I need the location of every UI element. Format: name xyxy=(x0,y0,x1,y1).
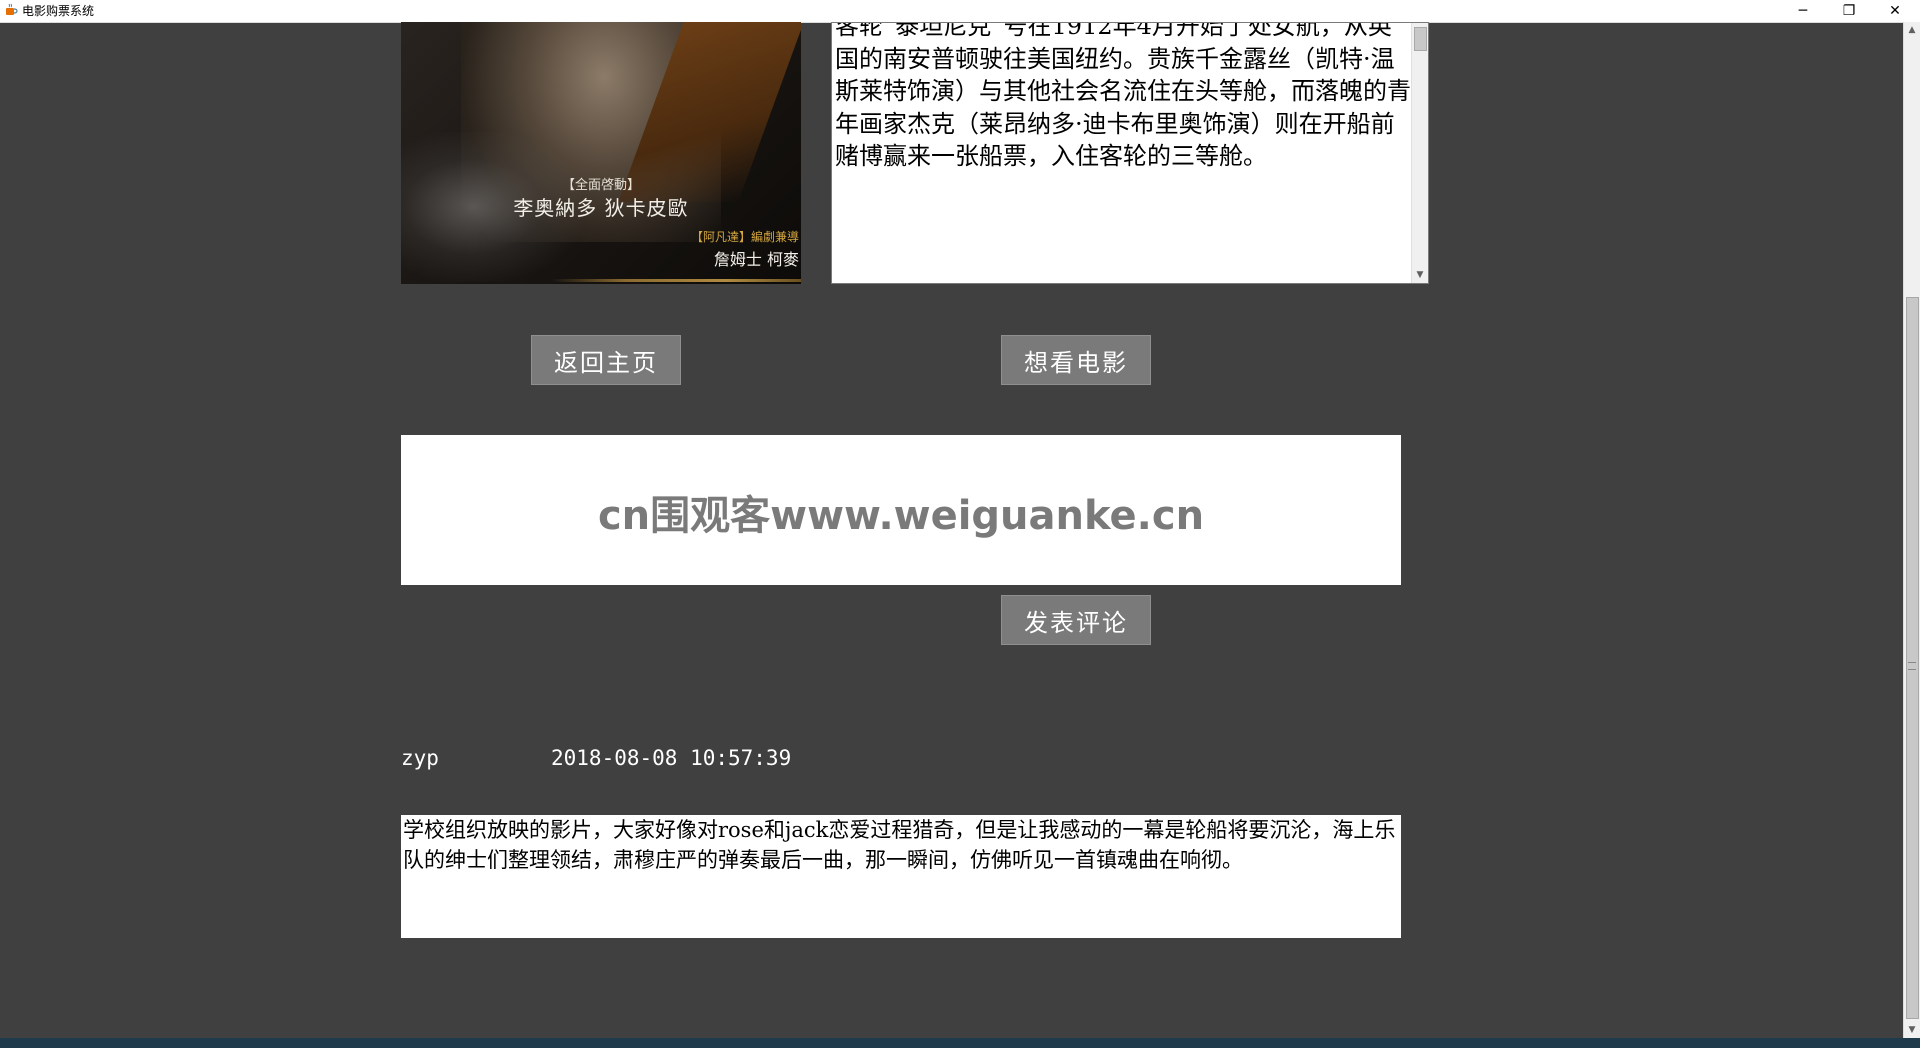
scroll-up-arrow-icon[interactable]: ▲ xyxy=(1904,22,1920,38)
window-scroll-thumb[interactable] xyxy=(1906,297,1919,1019)
watermark-text: cn围观客www.weiguanke.cn xyxy=(597,493,1205,539)
comment-body: 学校组织放映的影片，大家好像对rose和jack恋爱过程猎奇，但是让我感动的一幕… xyxy=(401,815,1401,938)
synopsis-textarea[interactable]: 客轮“泰坦尼克”号在1912年4月开始了处女航，从英国的南安普顿驶往美国纽约。贵… xyxy=(831,22,1429,284)
poster-credit-director-label: 【阿凡達】編劇兼導 xyxy=(690,230,799,244)
close-button[interactable]: ✕ xyxy=(1872,0,1918,22)
comment-username: zyp xyxy=(401,746,439,770)
synopsis-scroll-thumb[interactable] xyxy=(1414,27,1427,51)
want-to-watch-button[interactable]: 想看电影 xyxy=(1001,335,1151,385)
poster-gold-line xyxy=(551,279,801,282)
poster-credit-director-name: 詹姆士 柯麥 xyxy=(713,250,799,269)
comment-input[interactable]: cn围观客www.weiguanke.cn xyxy=(401,435,1401,585)
movie-poster: 【全面啓動】 李奥納多 狄卡皮歐 【阿凡達】編劇兼導 詹姆士 柯麥 xyxy=(401,22,801,284)
comment-text: 学校组织放映的影片，大家好像对rose和jack恋爱过程猎奇，但是让我感动的一幕… xyxy=(403,818,1396,872)
minimize-button[interactable]: ─ xyxy=(1780,0,1826,22)
synopsis-scrollbar[interactable]: ▼ xyxy=(1411,23,1428,283)
scroll-down-arrow-icon[interactable]: ▼ xyxy=(1904,1022,1920,1038)
window-scrollbar[interactable]: ▲ ▼ xyxy=(1903,22,1920,1038)
scroll-grip-icon xyxy=(1908,662,1916,670)
back-home-button[interactable]: 返回主页 xyxy=(531,335,681,385)
window-title: 电影购票系统 xyxy=(22,4,95,18)
taskbar-strip xyxy=(0,1038,1920,1048)
window-titlebar: 电影购票系统 ─ ❐ ✕ xyxy=(0,0,1920,23)
comment-timestamp: 2018-08-08 10:57:39 xyxy=(551,746,792,770)
synopsis-text: 客轮“泰坦尼克”号在1912年4月开始了处女航，从英国的南安普顿驶往美国纽约。贵… xyxy=(835,22,1411,170)
scroll-down-arrow-icon[interactable]: ▼ xyxy=(1412,267,1428,283)
restore-button[interactable]: ❐ xyxy=(1826,0,1872,22)
java-cup-icon xyxy=(6,3,18,15)
poster-credit-small: 【全面啓動】 xyxy=(561,178,640,193)
post-comment-button[interactable]: 发表评论 xyxy=(1001,595,1151,645)
poster-credit-actor: 李奥納多 狄卡皮歐 xyxy=(513,196,689,220)
